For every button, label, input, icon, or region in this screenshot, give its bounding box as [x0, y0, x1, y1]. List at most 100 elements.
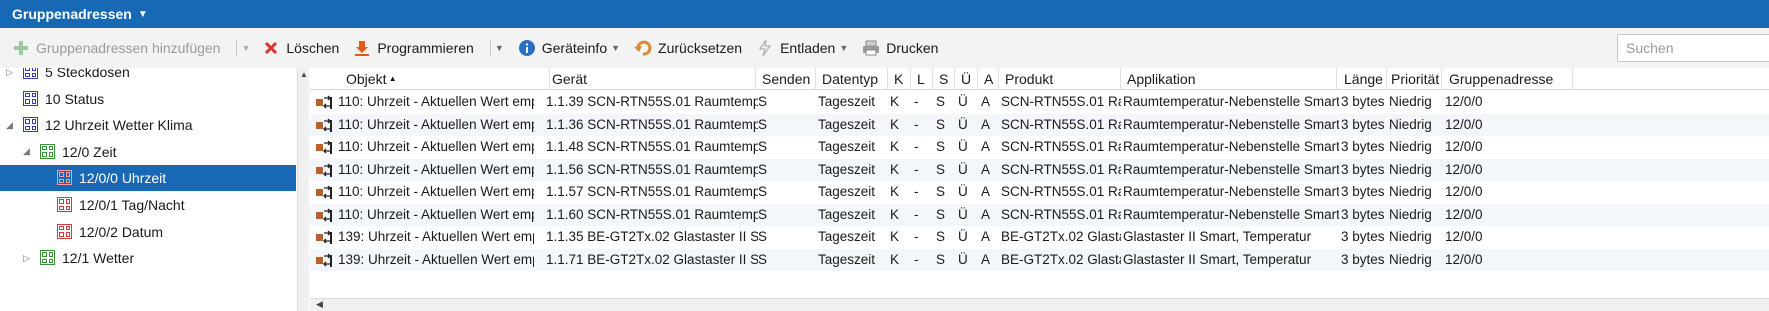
cell-a: A: [981, 206, 991, 222]
column-header-u[interactable]: Ü: [955, 68, 978, 90]
cell-laenge: 3 bytes: [1341, 94, 1385, 109]
delete-button[interactable]: Löschen: [258, 35, 343, 61]
column-header-label: A: [984, 71, 994, 87]
delete-label: Löschen: [286, 40, 340, 56]
cell-produkt: SCN-RTN55S.01 Ra...: [1001, 94, 1121, 109]
panel-title-bar[interactable]: Gruppenadressen ▼: [0, 0, 1769, 28]
column-header-k[interactable]: K: [888, 68, 911, 90]
expand-arrow-icon[interactable]: ▷: [23, 253, 30, 264]
tree-item[interactable]: 12/0/2 Datum: [0, 219, 296, 245]
column-header-label: Gerät: [552, 71, 588, 87]
tree-item[interactable]: ▷ 5 Steckdosen: [0, 68, 296, 85]
chevron-down-icon[interactable]: ▼: [241, 43, 250, 53]
scroll-left-arrow-icon[interactable]: ◀: [316, 299, 323, 310]
cell-geraet: 1.1.60 SCN-RTN55S.01 Raumtempe...: [546, 206, 758, 222]
search-input[interactable]: Suchen: [1617, 34, 1769, 62]
tree-item[interactable]: ◢ 12/0 Zeit: [0, 139, 296, 165]
delete-x-icon: [262, 39, 280, 57]
cell-senden: S: [758, 229, 768, 244]
expand-arrow-icon[interactable]: ▷: [6, 68, 13, 78]
column-header-objekt[interactable]: Objekt ▲: [340, 68, 550, 90]
column-header-applikation[interactable]: Applikation: [1121, 68, 1337, 90]
cell-applikation: Raumtemperatur-Nebenstelle Smart...: [1123, 139, 1339, 154]
column-header-label: Datentyp: [822, 71, 879, 87]
chevron-down-icon[interactable]: ▼: [495, 43, 504, 53]
cell-laenge: 3 bytes: [1341, 229, 1385, 244]
table-row[interactable]: 139: Uhrzeit - Aktuellen Wert empf... 1.1…: [310, 248, 1769, 271]
tree-item[interactable]: 12/0/0 Uhrzeit: [0, 165, 296, 192]
table-row[interactable]: 110: Uhrzeit - Aktuellen Wert empfa... 1.…: [310, 136, 1769, 159]
lightning-icon: [756, 39, 774, 57]
tree-item-label: 12/0 Zeit: [62, 143, 117, 160]
column-header-a[interactable]: A: [978, 68, 999, 90]
cell-objekt: 139: Uhrzeit - Aktuellen Wert empf...: [338, 229, 534, 244]
tree-item[interactable]: ▷ 12/1 Wetter: [0, 245, 296, 271]
column-header-datentyp[interactable]: Datentyp: [816, 68, 888, 90]
column-header-produkt[interactable]: Produkt: [999, 68, 1121, 90]
reset-label: Zurücksetzen: [658, 40, 743, 56]
reset-button[interactable]: Zurücksetzen: [630, 35, 746, 61]
cell-k: K: [890, 184, 900, 199]
device-info-label: Geräteinfo: [541, 40, 608, 56]
tree-item[interactable]: ◢ 12 Uhrzeit Wetter Klima: [0, 112, 296, 138]
scroll-up-arrow-icon[interactable]: ▲: [300, 70, 308, 79]
print-button[interactable]: Drucken: [858, 35, 942, 61]
column-header-l[interactable]: L: [911, 68, 933, 90]
cell-u: Ü: [958, 184, 968, 199]
unload-label: Entladen: [780, 40, 836, 56]
column-header-label: Priorität: [1391, 71, 1440, 87]
add-group-address-button[interactable]: Gruppenadressen hinzufügen: [8, 35, 224, 61]
table-row[interactable]: 139: Uhrzeit - Aktuellen Wert empf... 1.1…: [310, 226, 1769, 249]
group-address-icon: [23, 117, 38, 133]
column-header-prioritaet[interactable]: Priorität: [1385, 68, 1442, 90]
tree-vertical-scrollbar[interactable]: ▲: [297, 68, 309, 311]
cell-a: A: [981, 94, 991, 109]
column-header-label: Senden: [762, 71, 811, 87]
search-placeholder: Suchen: [1626, 40, 1674, 56]
collapse-arrow-icon[interactable]: ◢: [23, 146, 30, 157]
table-row[interactable]: 110: Uhrzeit - Aktuellen Wert empfa... 1.…: [310, 113, 1769, 136]
table-horizontal-scrollbar[interactable]: ◀: [310, 298, 1769, 311]
cell-laenge: 3 bytes: [1341, 139, 1385, 154]
tree-item[interactable]: 12/0/1 Tag/Nacht: [0, 192, 296, 218]
program-button[interactable]: Programmieren: [349, 35, 477, 61]
cell-prioritaet: Niedrig: [1389, 251, 1432, 267]
table-row[interactable]: 110: Uhrzeit - Aktuellen Wert empfa... 1.…: [310, 203, 1769, 226]
cell-applikation: Glastaster II Smart, Temperatur: [1123, 251, 1312, 267]
collapse-arrow-icon[interactable]: ◢: [6, 120, 13, 131]
group-address-icon: [40, 250, 55, 266]
cell-produkt: BE-GT2Tx.02 Glasta...: [1001, 251, 1121, 267]
group-object-icon: [316, 118, 332, 132]
tree-item-label: 12/0/0 Uhrzeit: [79, 170, 167, 187]
cell-gruppenadresse: 12/0/0: [1445, 184, 1483, 199]
table-row[interactable]: 110: Uhrzeit - Aktuellen Wert empfa... 1.…: [310, 158, 1769, 181]
cell-datentyp: Tageszeit: [818, 139, 876, 154]
column-header-geraet[interactable]: Gerät: [546, 68, 756, 90]
plus-icon: [12, 39, 30, 57]
column-header-label: L: [917, 71, 925, 87]
cell-senden: S: [758, 161, 768, 177]
column-header-laenge[interactable]: Länge: [1338, 68, 1387, 90]
cell-gruppenadresse: 12/0/0: [1445, 161, 1483, 177]
column-header-senden[interactable]: Senden: [756, 68, 816, 90]
group-object-icon: [316, 253, 332, 267]
cell-geraet: 1.1.48 SCN-RTN55S.01 Raumtempe...: [546, 139, 758, 154]
table-row[interactable]: 110: Uhrzeit - Aktuellen Wert empfa... 1.…: [310, 181, 1769, 204]
cell-a: A: [981, 251, 991, 267]
table-row[interactable]: 110: Uhrzeit - Aktuellen Wert empfa... 1.…: [310, 91, 1769, 114]
column-header-gruppenadresse[interactable]: Gruppenadresse: [1443, 68, 1573, 90]
chevron-down-icon[interactable]: ▼: [138, 9, 148, 20]
cell-senden: S: [758, 184, 768, 199]
column-header-label: Objekt: [346, 71, 387, 87]
tree-item-label: 12/1 Wetter: [62, 250, 135, 267]
device-info-button[interactable]: Geräteinfo ▼: [514, 35, 624, 61]
unload-button[interactable]: Entladen ▼: [752, 35, 852, 61]
tree-item[interactable]: 10 Status: [0, 86, 296, 112]
column-header-s[interactable]: S: [933, 68, 955, 90]
group-address-icon: [57, 197, 72, 212]
cell-a: A: [981, 161, 991, 177]
chevron-down-icon[interactable]: ▼: [611, 43, 620, 53]
chevron-down-icon[interactable]: ▼: [839, 43, 848, 53]
cell-prioritaet: Niedrig: [1389, 161, 1432, 177]
download-arrow-icon: [353, 39, 371, 57]
